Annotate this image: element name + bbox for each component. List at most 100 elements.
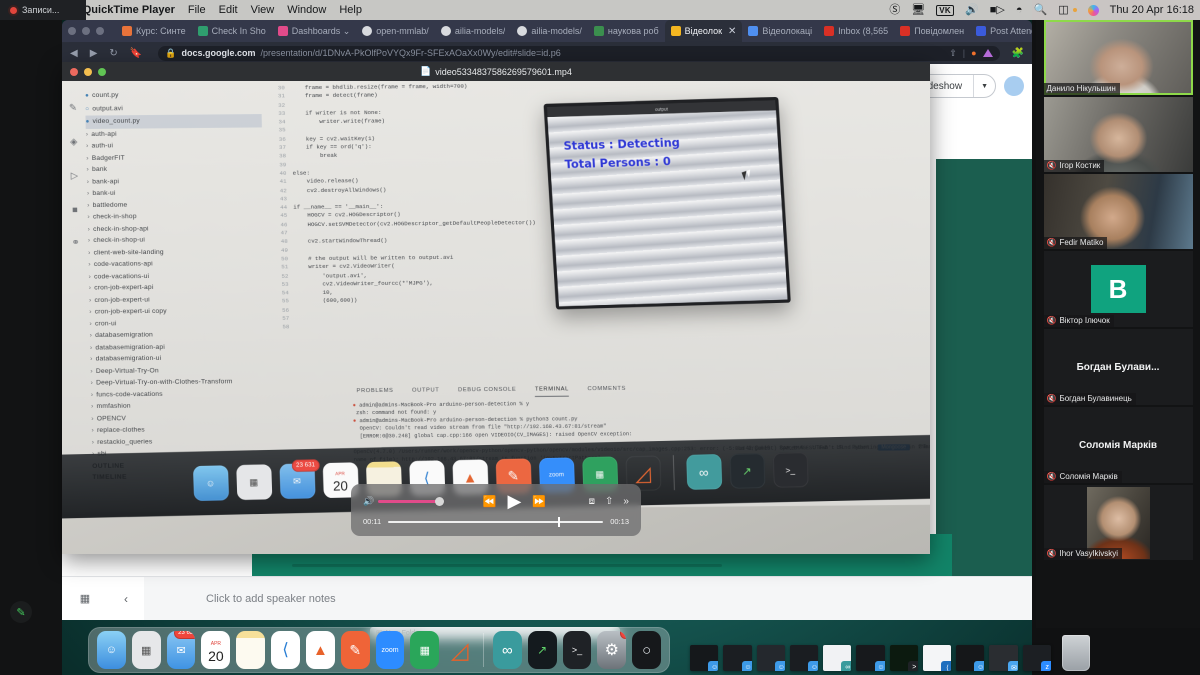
minimized-window[interactable]: ☺ (789, 645, 818, 671)
window-traffic-lights[interactable] (68, 27, 116, 35)
browser-tab[interactable]: ailia-models/ (435, 20, 512, 42)
minimized-window[interactable]: ☺ (856, 645, 885, 671)
mail-icon[interactable]: ✉ 23 634 (166, 631, 196, 669)
zoom-icon[interactable] (96, 27, 104, 35)
participant-tile[interactable]: 🔇 Ihor Vasylkivskyi (1043, 485, 1193, 560)
chevron-down-icon[interactable]: ▼ (974, 75, 995, 97)
quicktime-controls[interactable]: 🔊 ⏪ ▶ ⏩ ⧈ ⇧ » 00:11 00:13 (351, 484, 641, 536)
window-traffic-lights[interactable] (70, 62, 106, 81)
minimized-window[interactable]: ☺ (956, 645, 985, 671)
back-icon[interactable]: ◀ (70, 48, 78, 59)
speaker-notes-input[interactable]: Click to add speaker notes (144, 576, 1032, 620)
close-icon[interactable] (68, 27, 76, 35)
participant-tile[interactable]: 🔇 Ігор Костик (1043, 97, 1193, 172)
fast-forward-icon[interactable]: ⏩ (532, 495, 546, 508)
vscode-icon[interactable]: ⟨ (271, 631, 300, 669)
finder-icon[interactable]: ☺ (97, 631, 126, 669)
wifi-icon[interactable]: ◓ (1016, 4, 1023, 16)
terminal-icon[interactable]: >_ (562, 631, 592, 669)
bookmark-icon[interactable]: 🔖 (130, 48, 142, 59)
participant-tile[interactable]: В 🔇 Віктор Ілючок (1043, 251, 1193, 327)
extension-icon[interactable] (982, 49, 993, 57)
participant-tile[interactable]: Данило Нікульшин (1043, 20, 1193, 95)
settings-icon[interactable]: ⚙ 1 (597, 631, 627, 669)
browser-tab[interactable]: Inbox (8,565 (818, 20, 894, 42)
preview-icon[interactable]: ✎ (340, 631, 370, 669)
reload-icon[interactable]: ↻ (109, 48, 117, 59)
display-icon[interactable]: 🖥 (911, 4, 925, 16)
browser-tab-active[interactable]: Відеолок ✕ (664, 20, 743, 42)
avatar[interactable] (1004, 76, 1024, 96)
browser-tab[interactable]: ailia-models/ (511, 20, 588, 42)
zoom-icon[interactable]: zoom (375, 631, 405, 669)
excel-icon[interactable]: ▦ (410, 631, 440, 669)
siri-icon[interactable] (1087, 4, 1099, 16)
screen-record-icon[interactable]: Ⓢ (889, 4, 900, 16)
browser-tab[interactable]: Курс: Синте (116, 20, 192, 42)
volume-knob[interactable] (435, 496, 445, 506)
volume-icon[interactable]: 🔊 (363, 496, 374, 507)
zoom-icon[interactable] (98, 67, 106, 76)
participant-tile[interactable]: Соломія Марків 🔇 Соломія Марків (1043, 407, 1193, 483)
menu-clock[interactable]: Thu 20 Apr 16:18 (1110, 4, 1194, 16)
quicktime-video-surface[interactable]: ✎ ◈ ▷ ■ ⚭ ● count.py ○ output.avi ● video_c… (62, 81, 930, 554)
vk-icon[interactable]: VK (936, 4, 955, 16)
browser-tab[interactable]: open-mmlab/ (356, 20, 435, 42)
minimize-icon[interactable] (84, 67, 92, 76)
menu-help[interactable]: Help (339, 4, 362, 16)
browser-tab[interactable]: Dashboards ⌄ (272, 20, 357, 42)
picture-in-picture-icon[interactable]: ⧈ (589, 496, 595, 507)
quicktime-icon[interactable]: ○ (632, 631, 662, 669)
rewind-icon[interactable]: ⏪ (483, 495, 497, 508)
minimized-window[interactable]: ✉ (989, 645, 1018, 671)
participant-tile[interactable]: 🔇 Fedir Matiko (1043, 174, 1193, 249)
seek-handle[interactable] (558, 516, 561, 527)
play-icon[interactable]: ▶ (508, 492, 522, 510)
search-icon[interactable]: 🔍 (1033, 4, 1047, 16)
menu-window[interactable]: Window (287, 4, 326, 16)
close-icon[interactable] (70, 67, 78, 76)
brave-icon[interactable]: ▲ (305, 631, 335, 669)
activity-monitor-icon[interactable]: ↗ (527, 631, 557, 669)
minimized-window[interactable]: ☺ (723, 645, 752, 671)
forward-icon[interactable]: ▶ (90, 48, 98, 59)
share-icon[interactable]: ⇧ (605, 496, 613, 507)
annotation-tool-button[interactable]: ✎ (10, 601, 32, 623)
menu-edit[interactable]: Edit (219, 4, 238, 16)
recording-indicator[interactable]: Записи... (0, 0, 86, 20)
menu-app-name[interactable]: QuickTime Player (83, 4, 175, 16)
minimized-window[interactable]: z (1022, 645, 1051, 671)
minimized-window[interactable]: ⟨ (922, 645, 951, 671)
airplay-icon[interactable]: ◫ (1058, 4, 1068, 16)
participant-tile[interactable]: Богдан Булави... 🔇 Богдан Булавинець (1043, 329, 1193, 405)
arduino-icon[interactable]: ∞ (492, 631, 522, 669)
puzzle-icon[interactable]: 🧩 (1012, 48, 1024, 59)
browser-tab[interactable]: Повідомлен (894, 20, 970, 42)
more-icon[interactable]: » (623, 496, 629, 507)
grid-view-icon[interactable]: ▦ (62, 592, 108, 605)
share-icon[interactable]: ⇧ (949, 48, 957, 59)
trash-icon[interactable] (1061, 635, 1090, 671)
battery-icon[interactable]: ■▷ (990, 4, 1005, 16)
volume-slider[interactable] (378, 496, 445, 506)
browser-tab[interactable]: Check In Sho (192, 20, 272, 42)
minimize-icon[interactable] (82, 27, 90, 35)
matlab-icon[interactable]: ◿ (445, 631, 474, 669)
menu-view[interactable]: View (251, 4, 275, 16)
menu-file[interactable]: File (188, 4, 206, 16)
seek-slider[interactable] (388, 516, 604, 527)
volume-icon[interactable]: 🔊 (965, 4, 979, 16)
browser-tab[interactable]: Відеолокаці (742, 20, 818, 42)
browser-tab[interactable]: наукова роб (588, 20, 665, 42)
minimized-window[interactable]: ☺ (756, 645, 785, 671)
quicktime-window[interactable]: 📄 video5334837586269579601.mp4 ✎ ◈ ▷ ■ ⚭… (62, 62, 930, 554)
minimized-window[interactable]: ☺ (690, 645, 719, 671)
minimized-window[interactable]: > (889, 645, 918, 671)
chevron-left-icon[interactable]: ‹ (108, 592, 144, 606)
close-tab-icon[interactable]: ✕ (728, 26, 736, 37)
address-bar[interactable]: 🔒 docs.google.com/presentation/d/1DNvA-P… (158, 45, 1000, 61)
launchpad-icon[interactable]: ▦ (131, 631, 161, 669)
calendar-icon[interactable]: APR 20 (201, 631, 231, 669)
notes-icon[interactable] (236, 631, 266, 669)
minimized-window[interactable]: ∞ (823, 645, 852, 671)
